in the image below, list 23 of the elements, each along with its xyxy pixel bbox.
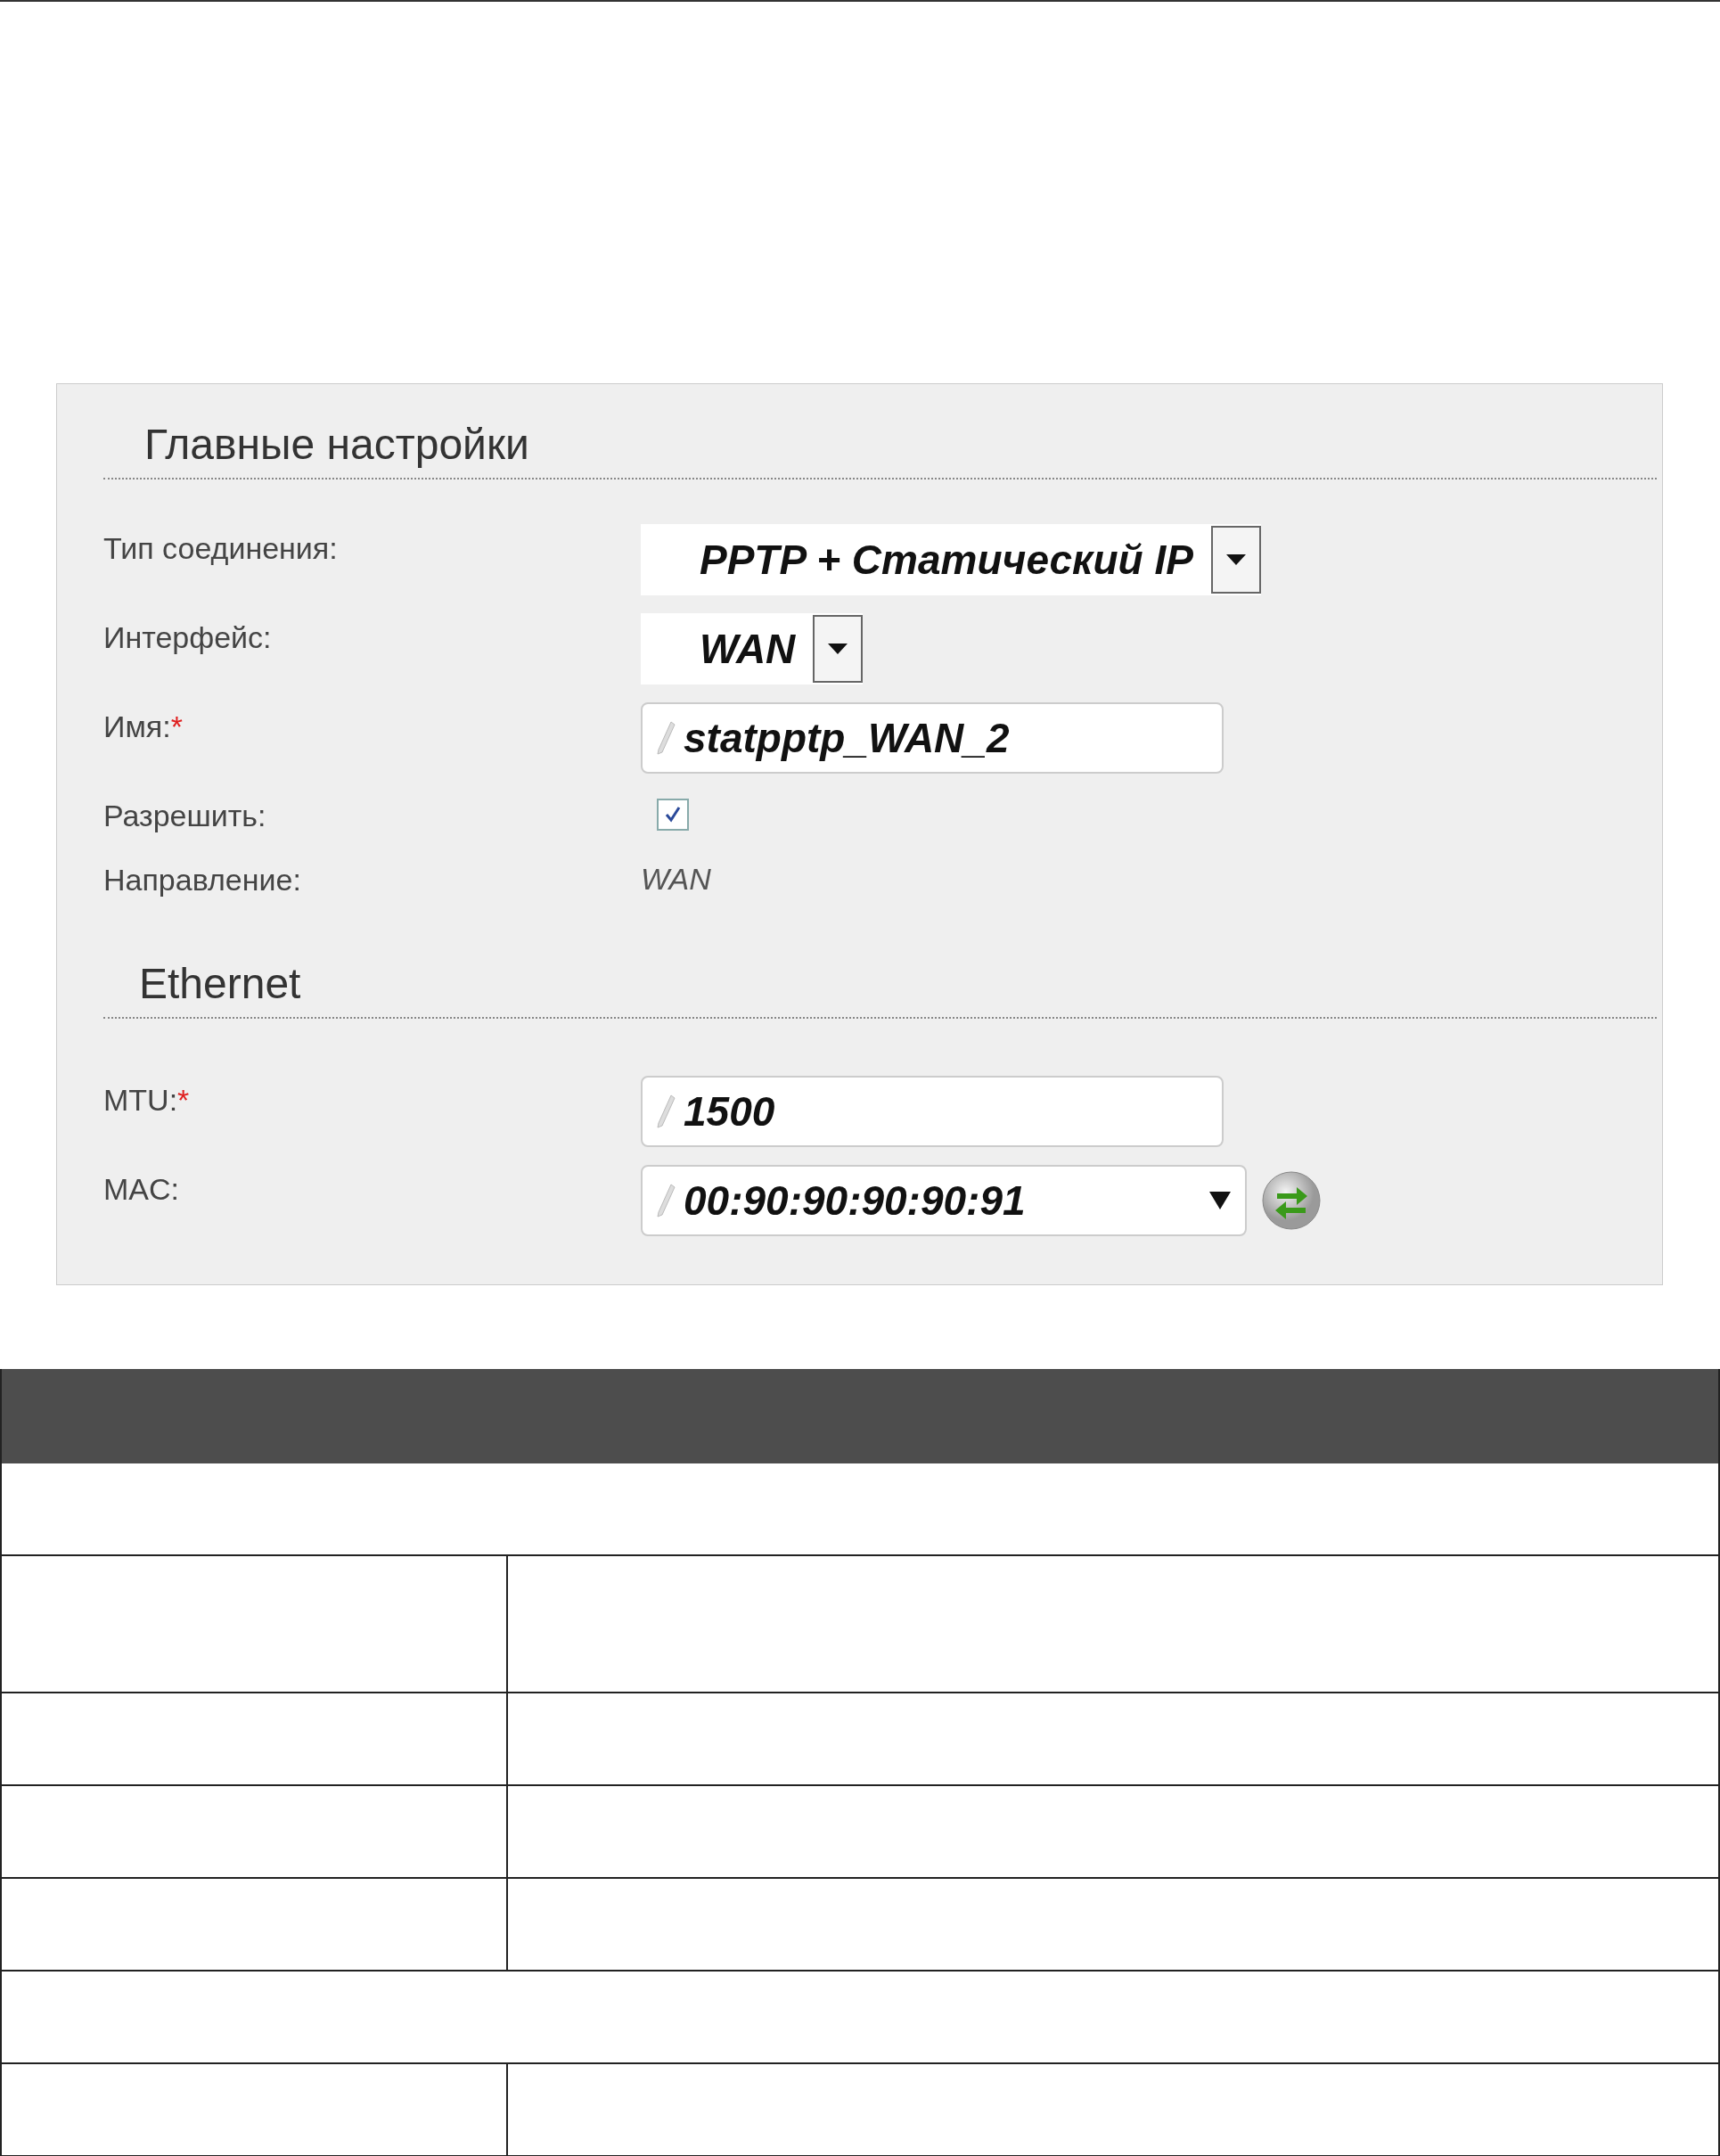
pencil-icon <box>655 720 676 756</box>
required-mark: * <box>177 1083 190 1117</box>
field-label: Имя: <box>103 709 171 743</box>
pencil-icon <box>655 1094 676 1129</box>
field-label: MAC: <box>103 1172 179 1206</box>
field-value: WAN <box>641 861 711 896</box>
field-label: MTU: <box>103 1083 178 1117</box>
field-label: Интерфейс: <box>103 620 272 654</box>
section-title: Главные настройки <box>144 420 530 469</box>
field-label: Разрешить: <box>103 799 266 832</box>
input-field[interactable]: 00:90:90:90:90:91 <box>641 1165 1247 1236</box>
input-field[interactable]: statpptp_WAN_2 <box>641 702 1224 774</box>
dropdown[interactable]: PPTP + Статический IP <box>641 524 1261 595</box>
field-label: Тип соединения: <box>103 531 338 565</box>
section-title: Ethernet <box>139 959 302 1008</box>
input-field[interactable]: 1500 <box>641 1076 1224 1147</box>
field-label: Направление: <box>103 863 301 897</box>
refresh-button[interactable] <box>1261 1170 1322 1231</box>
required-mark: * <box>170 709 183 743</box>
dropdown[interactable]: WAN <box>641 613 864 685</box>
pencil-icon <box>655 1183 676 1218</box>
dropdown-arrow-icon[interactable] <box>1209 1192 1231 1209</box>
checkbox[interactable] <box>657 799 689 831</box>
